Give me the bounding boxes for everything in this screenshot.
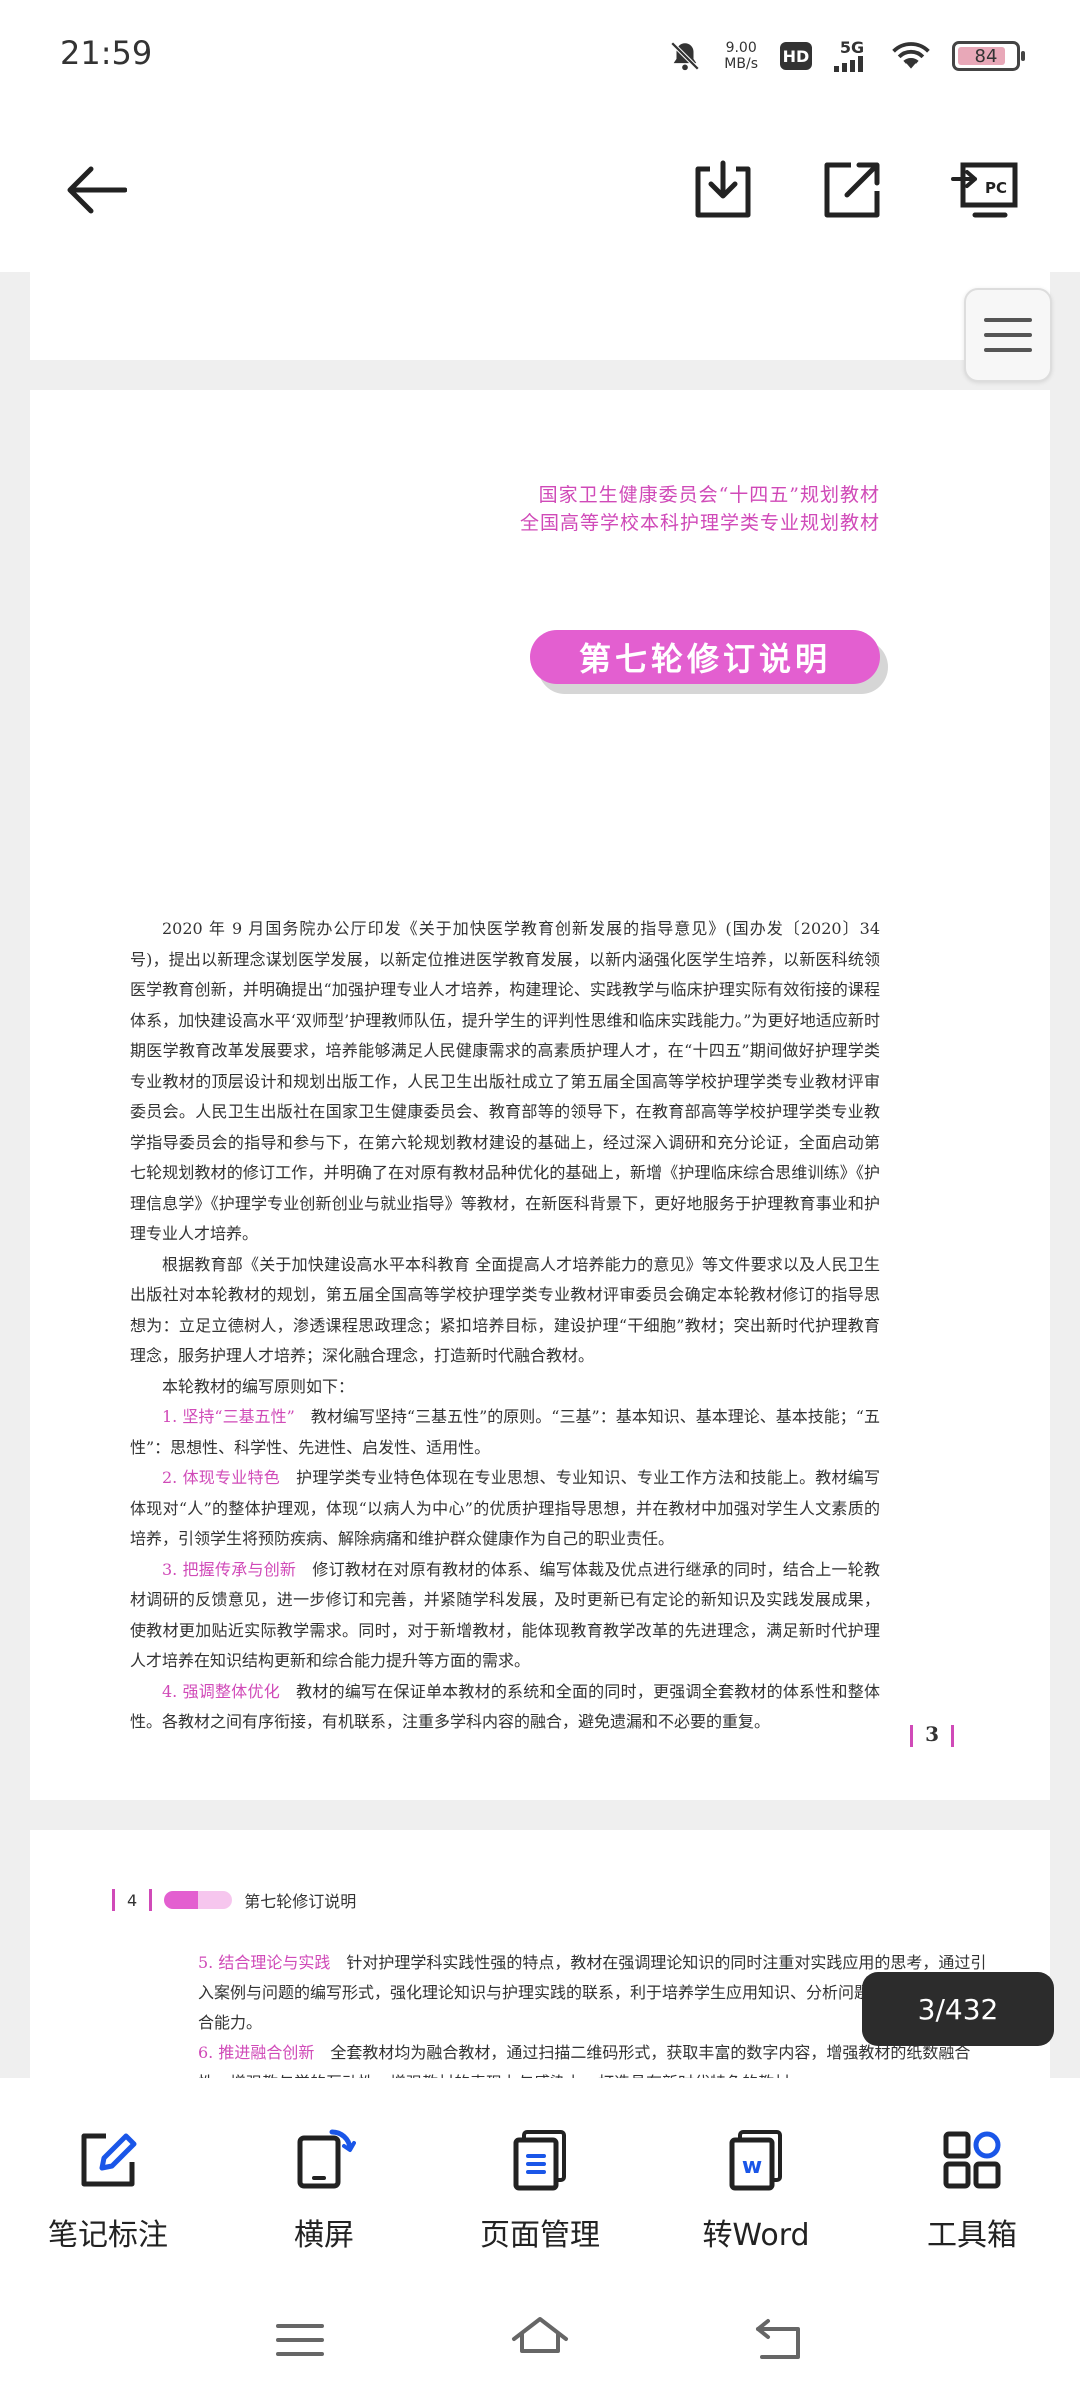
principle-title: 2. 体现专业特色 <box>162 1468 280 1487</box>
next-page-title: 第七轮修订说明 <box>244 1892 357 1911</box>
bottom-toolbar: 笔记标注 横屏 页面管理 w 转Word 工具箱 <box>0 2078 1080 2278</box>
share-button[interactable] <box>812 150 892 230</box>
convert-word-button[interactable]: w 转Word <box>648 2078 864 2278</box>
principle-text: 全套教材均为融合教材，通过扫描二维码形式，获取丰富的数字内容，增强教材的纸数融合… <box>198 2043 971 2078</box>
status-time: 21:59 <box>60 34 153 72</box>
download-button[interactable] <box>683 150 763 230</box>
word-convert-icon: w <box>729 2130 782 2191</box>
network-type: 5G <box>839 38 865 57</box>
principle-title: 6. 推进融合创新 <box>198 2043 315 2062</box>
nav-back-button[interactable] <box>745 2310 815 2370</box>
body-text: 2020 年 9 月国务院办公厅印发《关于加快医学教育创新发展的指导意见》(国办… <box>130 914 880 1738</box>
principle-item: 3. 把握传承与创新 修订教材在对原有教材的体系、编写体裁及优点进行继承的同时，… <box>130 1555 880 1677</box>
document-viewer[interactable]: 国家卫生健康委员会“十四五”规划教材 全国高等学校本科护理学类专业规划教材 第七… <box>0 272 1080 2078</box>
next-page-header: 4 第七轮修订说明 <box>112 1888 356 1912</box>
svg-text:w: w <box>742 2154 762 2179</box>
back-icon <box>756 2319 800 2359</box>
rotate-screen-icon <box>297 2129 356 2189</box>
toolbar-label: 横屏 <box>294 2218 354 2253</box>
page-manage-icon <box>513 2130 566 2191</box>
page-indicator: 3/432 <box>862 1972 1054 2046</box>
previous-page <box>30 272 1050 360</box>
next-page-number: 4 <box>127 1890 138 1910</box>
principle-title: 1. 坚持“三基五性” <box>162 1407 295 1426</box>
network-speed: 9.00 MB/s <box>724 40 758 72</box>
signal-bars-icon <box>834 56 863 72</box>
toolbar-label: 页面管理 <box>480 2218 600 2253</box>
status-icons: 9.00 MB/s HD 5G 84 <box>668 34 1025 78</box>
edit-note-icon <box>81 2133 137 2187</box>
principle-item: 2. 体现专业特色 护理学类专业特色体现在专业思想、专业知识、专业工作方法和技能… <box>130 1463 880 1555</box>
cast-to-pc-button[interactable]: PC <box>944 150 1024 230</box>
paragraph: 根据教育部《关于加快建设高水平本科教育 全面提高人才培养能力的意见》等文件要求以… <box>130 1254 880 1366</box>
toolbar-label: 笔记标注 <box>48 2218 168 2253</box>
toolbox-icon <box>943 2131 1001 2189</box>
toolbox-button[interactable]: 工具箱 <box>864 2078 1080 2278</box>
battery-icon: 84 <box>952 41 1025 71</box>
cast-to-pc-icon: PC <box>951 162 1018 218</box>
landscape-button[interactable]: 横屏 <box>216 2078 432 2278</box>
nav-menu-button[interactable] <box>265 2310 335 2370</box>
principle-title: 3. 把握传承与创新 <box>162 1559 297 1579</box>
document-page: 国家卫生健康委员会“十四五”规划教材 全国高等学校本科护理学类专业规划教材 第七… <box>30 390 1050 1800</box>
top-toolbar: PC <box>0 110 1080 270</box>
home-icon <box>512 2317 568 2353</box>
back-button[interactable] <box>56 150 136 230</box>
speed-value: 9.00 <box>725 40 757 56</box>
header-pill <box>164 1891 233 1909</box>
paragraph: 本轮教材的编写原则如下： <box>162 1376 355 1396</box>
hamburger-icon <box>984 318 1032 352</box>
note-annotate-button[interactable]: 笔记标注 <box>0 2078 216 2278</box>
header-line-1: 国家卫生健康委员会“十四五”规划教材 <box>538 484 880 506</box>
page-manage-button[interactable]: 页面管理 <box>432 2078 648 2278</box>
signal-indicator: 5G <box>834 40 870 72</box>
principle-item: 4. 强调整体优化 教材的编写在保证单本教材的系统和全面的同时，更强调全套教材的… <box>130 1677 880 1738</box>
system-nav-bar <box>0 2278 1080 2400</box>
menu-icon <box>276 2324 324 2356</box>
hd-badge: HD <box>780 42 812 70</box>
header-line-2: 全国高等学校本科护理学类专业规划教材 <box>519 512 880 534</box>
paragraph: 2020 年 9 月国务院办公厅印发《关于加快医学教育创新发展的指导意见》(国办… <box>130 919 880 1243</box>
page-number: 3 <box>898 1722 966 1747</box>
section-banner: 第七轮修订说明 <box>530 630 880 684</box>
status-bar: 21:59 9.00 MB/s HD 5G 84 <box>0 0 1080 110</box>
toolbar-label: 工具箱 <box>927 2218 1017 2253</box>
mute-bell-icon <box>671 41 700 71</box>
battery-level: 84 <box>974 45 998 67</box>
principle-title: 5. 结合理论与实践 <box>198 1953 331 1972</box>
principle-title: 4. 强调整体优化 <box>162 1681 280 1701</box>
nav-home-button[interactable] <box>505 2310 575 2370</box>
outline-menu-button[interactable] <box>964 288 1052 382</box>
toolbar-label: 转Word <box>702 2218 810 2253</box>
arrow-left-icon <box>67 166 127 214</box>
download-icon <box>695 160 751 218</box>
wifi-icon <box>892 42 930 69</box>
speed-unit: MB/s <box>724 56 758 72</box>
page-number-value: 3 <box>925 1722 939 1746</box>
export-icon <box>824 162 880 218</box>
cast-label: PC <box>985 179 1007 197</box>
principle-item: 1. 坚持“三基五性” 教材编写坚持“三基五性”的原则。“三基”：基本知识、基本… <box>130 1402 880 1463</box>
